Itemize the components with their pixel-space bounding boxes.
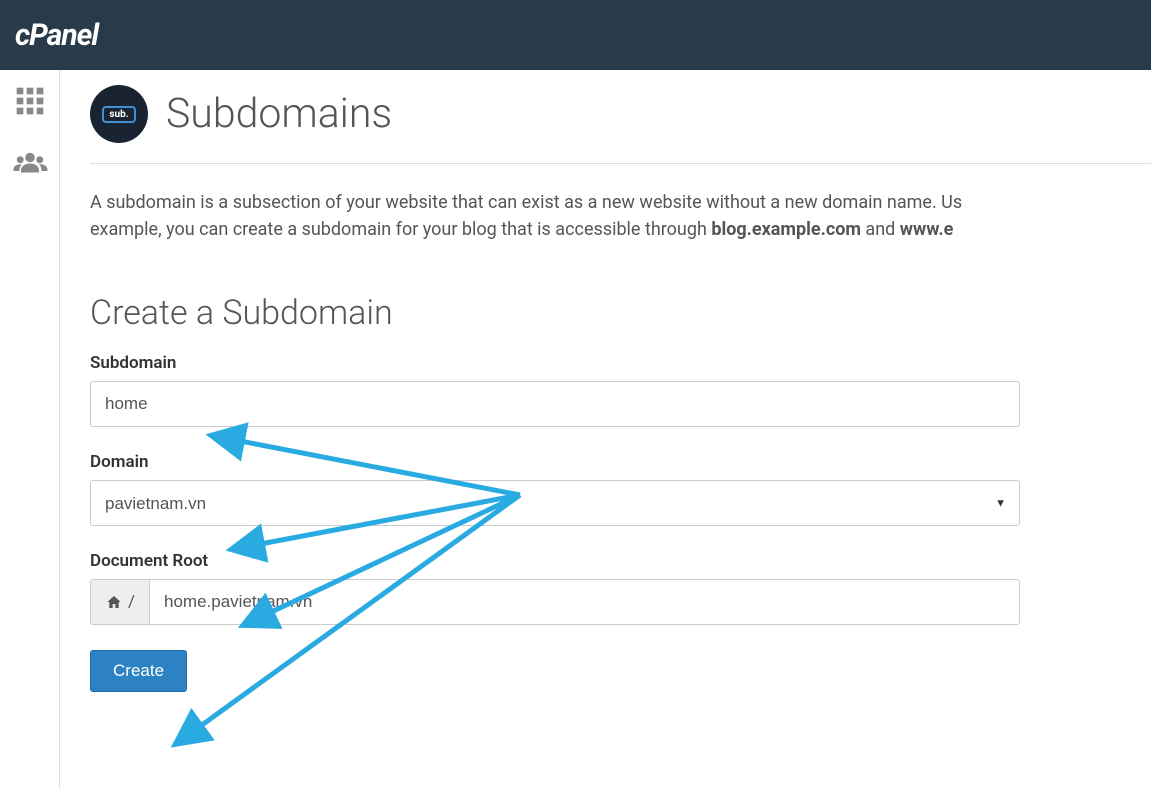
domain-label: Domain bbox=[90, 452, 1020, 472]
docroot-input[interactable] bbox=[149, 579, 1020, 625]
create-subdomain-heading: Create a Subdomain bbox=[90, 293, 1151, 333]
grid-icon bbox=[14, 85, 46, 117]
docroot-slash: / bbox=[128, 592, 135, 612]
cpanel-logo: cPanel bbox=[15, 18, 98, 53]
desc-bold-2: www.e bbox=[900, 219, 954, 240]
subdomain-input[interactable] bbox=[90, 381, 1020, 427]
desc-text-3: and bbox=[861, 219, 900, 240]
sub-badge: sub. bbox=[102, 106, 135, 123]
domain-select[interactable]: pavietnam.vn bbox=[90, 480, 1020, 526]
docroot-prefix-addon: / bbox=[90, 579, 149, 625]
subdomain-field-group: Subdomain bbox=[90, 353, 1020, 427]
main-content: sub. Subdomains A subdomain is a subsect… bbox=[60, 70, 1151, 788]
domain-field-group: Domain pavietnam.vn ▼ bbox=[90, 452, 1020, 526]
users-icon bbox=[12, 147, 48, 183]
left-sidebar bbox=[0, 70, 60, 788]
sidebar-users[interactable] bbox=[10, 147, 49, 183]
desc-text-2: example, you can create a subdomain for … bbox=[90, 219, 711, 240]
page-header: sub. Subdomains bbox=[90, 85, 1151, 143]
brand-text: cPanel bbox=[15, 18, 98, 53]
desc-bold-1: blog.example.com bbox=[711, 219, 861, 240]
subdomains-page-icon: sub. bbox=[90, 85, 148, 143]
sidebar-grid-apps[interactable] bbox=[10, 85, 49, 117]
create-button[interactable]: Create bbox=[90, 650, 187, 692]
top-header: cPanel bbox=[0, 0, 1151, 70]
page-title: Subdomains bbox=[166, 90, 392, 138]
docroot-field-group: Document Root / bbox=[90, 551, 1020, 625]
header-divider bbox=[90, 163, 1151, 164]
subdomain-label: Subdomain bbox=[90, 353, 1020, 373]
page-description: A subdomain is a subsection of your webs… bbox=[90, 189, 1151, 243]
home-icon bbox=[105, 594, 123, 610]
docroot-label: Document Root bbox=[90, 551, 1020, 571]
desc-text-1: A subdomain is a subsection of your webs… bbox=[90, 192, 962, 213]
